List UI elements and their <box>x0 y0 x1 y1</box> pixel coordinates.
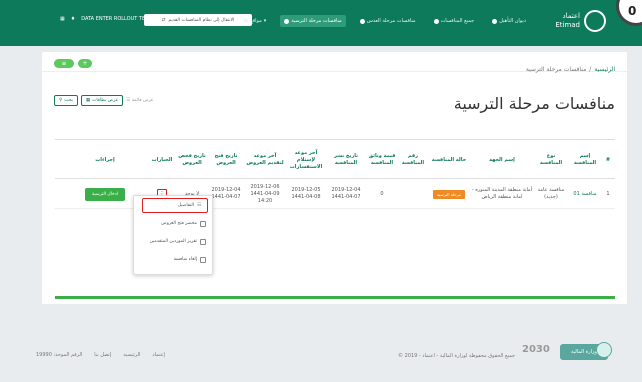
main-card: ≡ + الرئيسية / منافسات مرحلة الترسية منا… <box>42 52 627 304</box>
col-open-date: تاريخ فتح العروض <box>214 153 238 166</box>
enter-award-button[interactable]: ادخال الترسية <box>84 187 126 201</box>
footer-link-contact[interactable]: إتصل بنا <box>94 352 111 358</box>
breadcrumb: الرئيسية / منافسات مرحلة الترسية <box>526 66 615 73</box>
brand-text: اعتماد Etimad <box>555 12 580 29</box>
menu-item-details[interactable]: التفاصيل ☷ <box>142 198 208 213</box>
vision-2030-logo: 2030 <box>522 344 550 355</box>
footer-link-home[interactable]: الرئيسية <box>123 352 140 358</box>
trash-icon <box>200 256 206 263</box>
nav-dot-icon <box>284 18 290 24</box>
cell-doc-value: 0 <box>380 190 384 197</box>
breadcrumb-current: منافسات مرحلة الترسية <box>525 66 587 73</box>
corner-badge: 0 <box>616 0 642 26</box>
breadcrumb-separator: / <box>589 66 592 73</box>
etimad-logo-icon[interactable] <box>584 10 606 32</box>
grid-menu-icon[interactable]: ▦ <box>60 16 65 22</box>
cell-inquiry-deadline: 2019-12-05 1441-04-08 <box>291 187 321 200</box>
col-agency: إسم الجهة <box>489 156 515 163</box>
col-exam-date: تاريخ فحص العروض <box>178 153 206 166</box>
table-footer-strip <box>55 296 615 299</box>
col-num: # <box>605 156 611 163</box>
footer-links: الرقم الموحد: 19990 إتصل بنا الرئيسية إع… <box>36 352 165 358</box>
cell-ref <box>399 179 427 209</box>
cell-pub-date: 2019-12-04 1441-04-07 <box>331 187 361 200</box>
menu-item-suppliers-report[interactable]: تقرير الموردين المتقدمين <box>132 234 212 249</box>
cell-bid-deadline: 2019-12-06 1441-04-09 14:20 <box>250 183 280 204</box>
breadcrumb-home[interactable]: الرئيسية <box>594 66 615 73</box>
col-bid-deadline: آخر موعد لتقديم العروض <box>246 153 284 166</box>
report-icon <box>200 238 206 245</box>
nav-dot-icon <box>433 18 439 24</box>
cell-type: منافسة عامة (جديد) <box>537 187 565 200</box>
nav-item-sites[interactable]: ▣ مواقع ▾ <box>239 15 270 27</box>
cell-num: 1 <box>606 190 610 197</box>
status-badge: مرحلة الترسية <box>432 189 465 199</box>
doc-icon: ▣ <box>243 18 249 24</box>
nav-item-qualification[interactable]: ديوان التأهيل <box>488 15 530 27</box>
footer: الرقم الموحد: 19990 إتصل بنا الرئيسية إع… <box>0 336 642 382</box>
menu-item-opening-minutes[interactable]: محضر فتح العروض <box>132 216 212 231</box>
bell-icon[interactable]: ♦ <box>71 16 75 22</box>
nav-item-stage-tenders[interactable]: منافسات مرحلة العدس <box>356 15 420 27</box>
top-navbar: ▦ ♦ DATA ENTER ROLLOUT TEAM ● ⇄ الانتقال… <box>0 0 642 46</box>
link-icon: ⇄ <box>161 17 166 23</box>
legacy-system-link[interactable]: ⇄ الانتقال إلى نظام المنافسات القديم <box>144 14 252 26</box>
chevron-down-icon: ▾ <box>263 18 267 24</box>
col-inquiry-deadline: آخر موعد لإستلام الاستفسارات <box>289 149 323 170</box>
main-nav: ديوان التأهيل جميع المنافسات منافسات مرح… <box>239 15 530 27</box>
col-name: إسم المنافسة <box>573 153 597 166</box>
col-status: حالة المنافسة <box>431 156 467 163</box>
cell-agency: أمانة منطقة المدينة المنورة - امانة منطق… <box>471 187 533 200</box>
document-icon <box>200 220 206 227</box>
list-icon: ☷ <box>196 203 201 208</box>
filter-toggle-button[interactable]: ≡ <box>54 59 74 68</box>
menu-item-cancel-tender[interactable]: إلغاء منافسة <box>132 252 212 267</box>
nav-dot-icon <box>492 18 498 24</box>
col-doc-value: قيمة وثائق المنافسة <box>368 153 396 166</box>
mof-emblem-icon <box>596 342 612 358</box>
copyright: © جميع الحقوق محفوظة لوزارة المالية - اع… <box>398 353 516 359</box>
search-button[interactable]: ⚲ بحث <box>54 95 78 106</box>
col-pub-date: تاريخ نشر المنافسة <box>334 153 358 166</box>
table-header: # إسم المنافسة نوع المنافسة إسم الجهة حا… <box>55 139 615 179</box>
footer-unified-number: الرقم الموحد: 19990 <box>36 352 83 358</box>
col-type: نوع المنافسة <box>539 153 563 166</box>
cell-name[interactable]: منافسة 01 <box>569 179 601 209</box>
col-options: الخيارات <box>151 156 173 163</box>
cell-status: مرحلة الترسية <box>429 179 469 209</box>
view-controls: ⚲ بحث ▦ عرض بطاقات ☰ عرض قائمة <box>54 95 154 106</box>
options-dropdown: التفاصيل ☷ محضر فتح العروض تقرير الموردي… <box>133 195 213 275</box>
list-view-button[interactable]: ☰ عرض قائمة <box>126 98 153 103</box>
footer-link-etimad[interactable]: إعتماد <box>152 352 165 358</box>
list-icon: ☰ <box>126 98 131 103</box>
col-actions: إجراءات <box>95 156 115 163</box>
page-title: منافسات مرحلة الترسية <box>453 94 615 113</box>
col-ref: رقم المنافسة <box>401 153 425 166</box>
nav-item-award-tenders[interactable]: منافسات مرحلة الترسية <box>280 15 346 27</box>
add-button[interactable]: + <box>78 59 92 68</box>
user-name[interactable]: DATA ENTER ROLLOUT TEAM <box>81 16 153 22</box>
nav-item-all-tenders[interactable]: جميع المنافسات <box>430 15 479 27</box>
nav-dot-icon <box>359 18 365 24</box>
search-icon: ⚲ <box>59 98 63 103</box>
cards-icon: ▦ <box>85 98 91 103</box>
card-view-button[interactable]: ▦ عرض بطاقات <box>80 95 124 106</box>
